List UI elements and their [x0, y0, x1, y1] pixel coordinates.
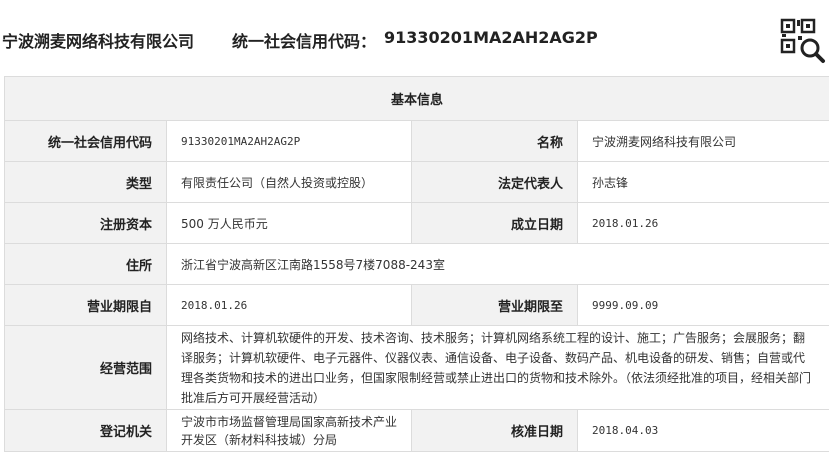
page-header: 宁波溯麦网络科技有限公司 统一社会信用代码： 91330201MA2AH2AG2…: [0, 0, 829, 76]
company-name: 宁波溯麦网络科技有限公司: [2, 32, 195, 51]
authority-field-label: 登记机关: [4, 409, 167, 452]
approval-field-value: 2018.04.03: [576, 409, 829, 452]
address-field-value: 浙江省宁波高新区江南路1558号7楼7088-243室: [165, 243, 829, 285]
term-to-field-value: 9999.09.09: [576, 284, 829, 326]
credit-code-value: 91330201MA2AH2AG2P: [384, 28, 598, 47]
name-field-label: 名称: [411, 120, 578, 162]
scope-field-label: 经营范围: [4, 325, 167, 410]
established-field-label: 成立日期: [411, 202, 578, 244]
basic-info-table: 基本信息 统一社会信用代码 91330201MA2AH2AG2P 名称 宁波溯麦…: [3, 76, 829, 452]
credit-code-label: 统一社会信用代码：: [232, 32, 377, 51]
legal-rep-field-label: 法定代表人: [411, 161, 578, 203]
approval-field-label: 核准日期: [411, 409, 578, 452]
term-to-field-label: 营业期限至: [411, 284, 578, 326]
credit-code-field-value: 91330201MA2AH2AG2P: [166, 120, 412, 162]
table-title: 基本信息: [3, 76, 829, 121]
term-from-field-value: 2018.01.26: [166, 284, 412, 326]
type-field-value: 有限责任公司（自然人投资或控股）: [166, 161, 412, 203]
capital-field-label: 注册资本: [4, 202, 167, 244]
scope-field-value: 网络技术、计算机软硬件的开发、技术咨询、技术服务；计算机网络系统工程的设计、施工…: [165, 325, 829, 410]
capital-field-value: 500 万人民币元: [166, 202, 412, 244]
authority-field-value: 宁波市市场监督管理局国家高新技术产业开发区（新材料科技城）分局: [166, 409, 412, 452]
qr-search-icon: [780, 18, 825, 63]
legal-rep-field-value: 孙志锋: [576, 161, 829, 203]
credit-code-field-label: 统一社会信用代码: [4, 120, 167, 162]
name-field-value: 宁波溯麦网络科技有限公司: [576, 120, 829, 162]
established-field-value: 2018.01.26: [576, 202, 829, 244]
type-field-label: 类型: [4, 161, 167, 203]
address-field-label: 住所: [4, 243, 167, 285]
term-from-field-label: 营业期限自: [4, 284, 167, 326]
qr-search-button[interactable]: [780, 18, 826, 64]
